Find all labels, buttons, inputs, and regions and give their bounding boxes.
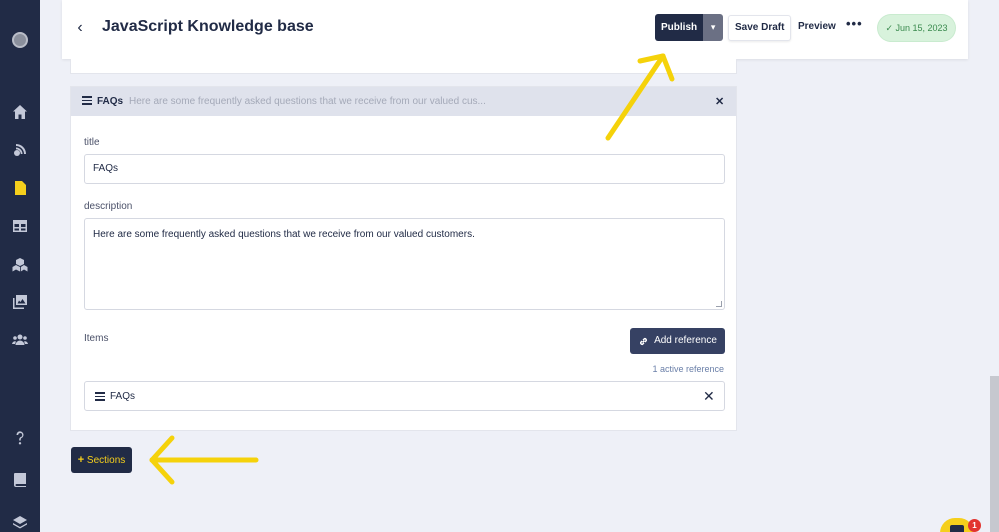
arrow-to-sections: [149, 435, 259, 485]
chevron-left-icon[interactable]: ‹: [72, 18, 88, 38]
page-scrollbar[interactable]: [990, 376, 999, 532]
images-icon[interactable]: [10, 292, 30, 312]
users-icon[interactable]: [10, 330, 30, 350]
reference-item[interactable]: FAQs ✕: [84, 381, 725, 411]
table-icon[interactable]: [10, 216, 30, 236]
preview-button[interactable]: Preview: [798, 21, 836, 32]
add-reference-button[interactable]: Add reference: [630, 328, 725, 354]
reference-label: FAQs: [110, 391, 136, 402]
add-sections-button[interactable]: + Sections: [71, 447, 132, 473]
avatar[interactable]: [12, 32, 28, 48]
status-date-badge: ✓ Jun 15, 2023: [878, 15, 955, 41]
editor-header: ‹ JavaScript Knowledge base Publish ▾ Sa…: [62, 0, 968, 59]
section-header[interactable]: FAQs Here are some frequently asked ques…: [71, 87, 736, 116]
layers-icon[interactable]: [10, 512, 30, 532]
description-textarea[interactable]: Here are some frequently asked questions…: [84, 218, 725, 310]
help-icon[interactable]: [10, 428, 30, 448]
document-icon[interactable]: [10, 178, 30, 198]
section-name: FAQs: [97, 96, 124, 107]
publish-options-caret-icon[interactable]: ▾: [703, 14, 724, 41]
description-text: Here are some frequently asked questions…: [93, 229, 475, 240]
title-input[interactable]: FAQs: [84, 154, 725, 184]
items-label: Items: [84, 333, 109, 344]
broadcast-icon[interactable]: [10, 140, 30, 160]
drag-handle-icon[interactable]: [82, 96, 92, 105]
publish-button-group: Publish ▾: [655, 14, 724, 41]
plus-icon: +: [77, 454, 85, 466]
publish-button[interactable]: Publish: [655, 14, 704, 41]
link-icon: [640, 337, 648, 345]
save-draft-button[interactable]: Save Draft: [728, 15, 792, 41]
drag-handle-icon[interactable]: [95, 392, 105, 401]
title-label: title: [84, 137, 100, 148]
more-options-icon[interactable]: •••: [846, 16, 863, 31]
cubes-icon[interactable]: [10, 255, 30, 275]
add-reference-label: Add reference: [654, 335, 717, 346]
page-title: JavaScript Knowledge base: [102, 18, 314, 35]
faq-section-card: FAQs Here are some frequently asked ques…: [70, 86, 737, 431]
description-label: description: [84, 201, 133, 212]
resize-handle-icon[interactable]: [716, 301, 722, 307]
left-sidebar: [0, 0, 40, 532]
close-section-icon[interactable]: ✕: [715, 95, 724, 108]
active-reference-count: 1 active reference: [652, 364, 724, 374]
sections-label: Sections: [86, 455, 126, 466]
section-description-preview: Here are some frequently asked questions…: [129, 96, 486, 107]
chat-notification-badge: 1: [968, 519, 981, 532]
remove-reference-icon[interactable]: ✕: [703, 388, 715, 405]
chat-icon: [950, 525, 964, 532]
previous-section-card: [70, 59, 737, 74]
home-icon[interactable]: [10, 102, 30, 122]
book-icon[interactable]: [10, 470, 30, 490]
